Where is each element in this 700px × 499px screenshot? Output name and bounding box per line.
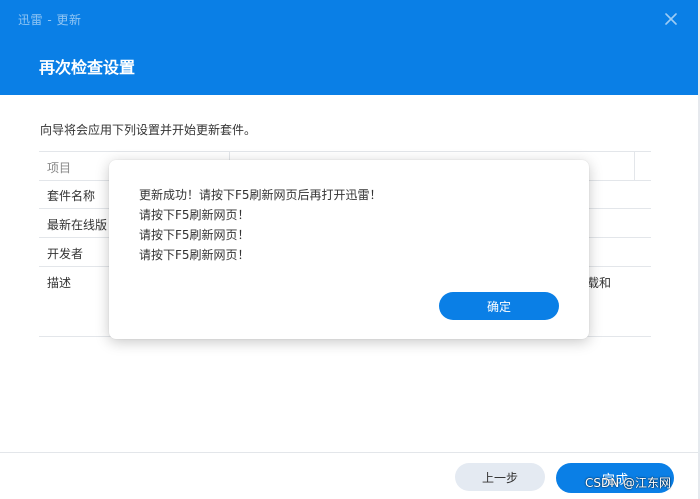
watermark: CSDN @江东网 <box>585 476 672 490</box>
page-title: 再次检查设置 <box>39 58 136 77</box>
message-dialog: 更新成功！请按下F5刷新网页后再打开迅雷！ 请按下F5刷新网页！ 请按下F5刷新… <box>109 160 589 339</box>
window-title: 迅雷 - 更新 <box>18 13 82 27</box>
dialog-message-line: 更新成功！请按下F5刷新网页后再打开迅雷！ <box>139 188 382 202</box>
row-label: 套件名称 <box>47 189 96 203</box>
previous-button[interactable]: 上一步 <box>455 463 545 491</box>
wizard-header: 迅雷 - 更新 再次检查设置 <box>0 0 698 95</box>
dialog-message-line: 请按下F5刷新网页！ <box>139 248 250 262</box>
column-header-item: 项目 <box>47 161 72 175</box>
update-wizard-window: 迅雷 - 更新 再次检查设置 向导将会应用下列设置并开始更新套件。 项目 套件名… <box>0 0 700 499</box>
dialog-message-line: 请按下F5刷新网页！ <box>139 208 250 222</box>
row-label: 开发者 <box>47 247 84 261</box>
row-value-description: 载和 <box>587 276 612 290</box>
row-label: 描述 <box>47 276 72 290</box>
close-button[interactable] <box>660 8 682 30</box>
intro-text: 向导将会应用下列设置并开始更新套件。 <box>40 123 257 137</box>
confirm-button[interactable]: 确定 <box>439 292 559 320</box>
dialog-message-line: 请按下F5刷新网页！ <box>139 228 250 242</box>
close-icon <box>665 13 677 25</box>
row-label: 最新在线版 <box>47 218 108 232</box>
column-divider <box>634 152 635 180</box>
